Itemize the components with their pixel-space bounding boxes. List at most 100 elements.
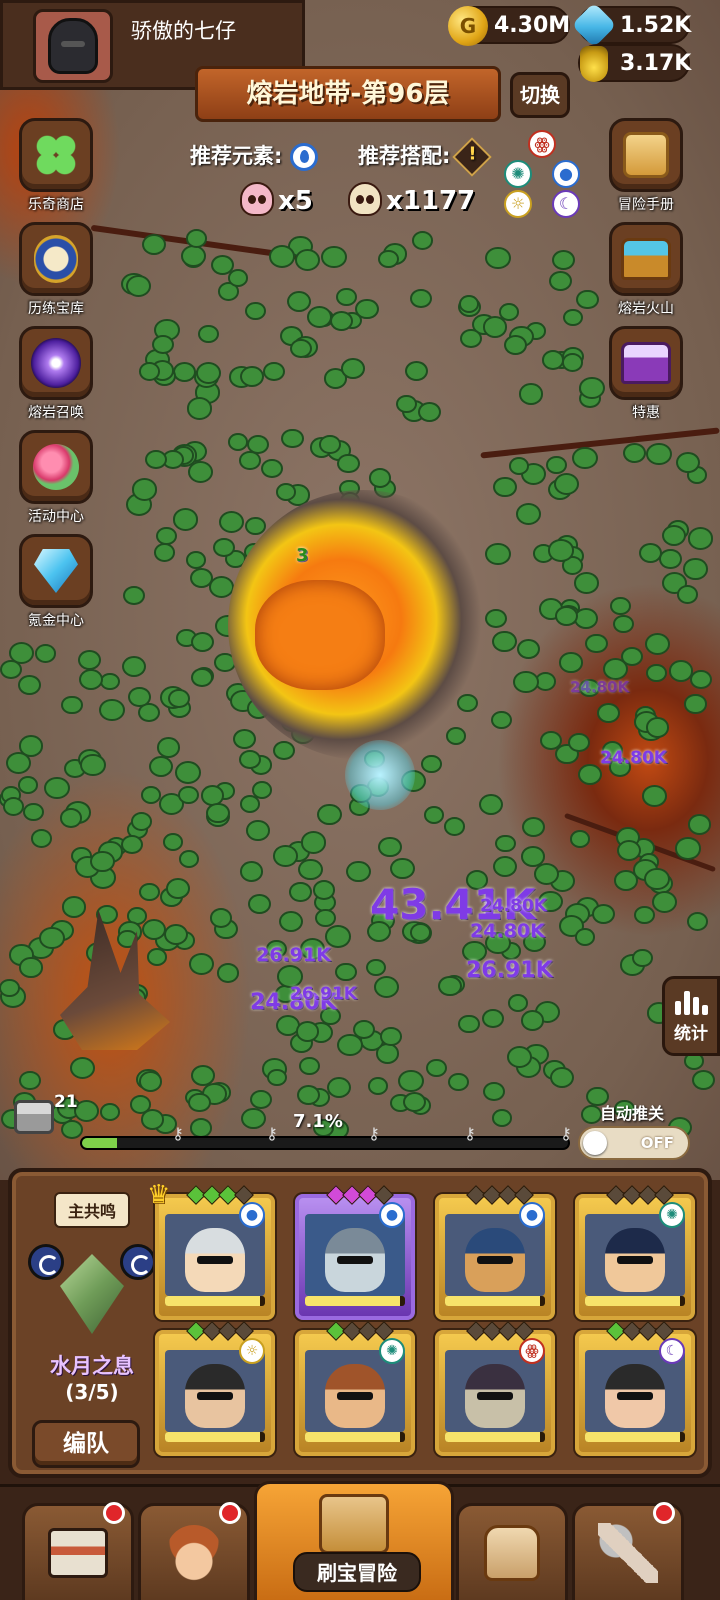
damage-number: 24.80K	[600, 748, 667, 768]
green-beetle-enemy	[317, 911, 334, 926]
resonance-count: (3/5)	[65, 1380, 119, 1404]
menu-payment-center[interactable]: 氪金中心	[14, 534, 98, 630]
nav-heroes[interactable]	[138, 1502, 250, 1600]
purple-chest-icon	[621, 342, 671, 384]
green-beetle-enemy	[297, 250, 319, 269]
nav-bag[interactable]	[456, 1503, 568, 1600]
menu-lava-summon[interactable]: 熔岩召唤	[14, 326, 98, 422]
green-beetle-enemy	[615, 616, 632, 631]
fire-element-icon: ꙮ	[519, 1338, 545, 1364]
menu-adventure-handbook-label: 冒险手册	[618, 197, 674, 213]
stage-progress-fill	[82, 1138, 117, 1148]
hero-card[interactable]: ☼	[155, 1321, 275, 1456]
green-beetle-enemy	[480, 795, 501, 813]
water-element-icon: ●	[239, 1202, 265, 1228]
green-beetle-enemy	[686, 696, 705, 712]
hero-star-rating	[606, 1185, 674, 1205]
green-beetle-enemy	[219, 284, 237, 299]
elite-kill-counter	[240, 182, 274, 216]
light-element-icon: ☼	[239, 1338, 265, 1364]
water-element-icon: ●	[519, 1202, 545, 1228]
potion-counter[interactable]: 3.17K	[578, 44, 691, 82]
green-beetle-enemy	[183, 247, 205, 266]
player-name: 骄傲的七仔	[131, 19, 236, 43]
notification-badge	[219, 1502, 241, 1524]
warning-icon[interactable]: !	[451, 137, 492, 177]
green-beetle-enemy	[212, 256, 233, 274]
green-beetle-enemy	[448, 729, 465, 743]
treasure-map-icon	[319, 1494, 389, 1554]
green-beetle-enemy	[557, 607, 576, 624]
gold-counter[interactable]: G 4.30M	[448, 6, 570, 46]
green-beetle-enemy	[300, 1058, 318, 1074]
treasure-chest-button[interactable]: 21	[8, 1092, 78, 1152]
key-milestone-icon: ⚷	[560, 1124, 572, 1143]
player-avatar[interactable]	[33, 9, 113, 83]
green-beetle-enemy	[229, 435, 247, 450]
resonance-section[interactable]: 主共鸣 水月之息 (3/5)	[28, 1192, 156, 1404]
hero-card[interactable]: ●	[295, 1185, 415, 1320]
hero-card[interactable]: ✺	[575, 1185, 695, 1320]
element-combo-cluster[interactable]: ꙮ ✺ ● ☼ ☾	[500, 130, 584, 220]
green-beetle-enemy	[536, 673, 555, 689]
green-beetle-enemy	[62, 810, 81, 826]
green-beetle-enemy	[207, 804, 228, 822]
hero-card[interactable]: ✺	[295, 1321, 415, 1456]
green-beetle-enemy	[154, 336, 172, 352]
green-beetle-enemy	[564, 355, 582, 370]
nav-forge[interactable]	[572, 1502, 684, 1600]
statistics-button[interactable]: 统计	[662, 976, 720, 1056]
menu-adventure-handbook[interactable]: 冒险手册	[604, 118, 688, 214]
hero-card[interactable]: ☾	[575, 1321, 695, 1456]
gold-coin-icon: G	[448, 6, 488, 46]
green-beetle-enemy	[348, 862, 370, 881]
green-beetle-enemy	[192, 669, 211, 685]
nav-treasure-adventure[interactable]: 刷宝冒险	[254, 1481, 454, 1600]
resonance-label: 主共鸣	[53, 1192, 130, 1228]
green-beetle-enemy	[339, 455, 358, 472]
green-beetle-enemy	[439, 977, 460, 995]
green-beetle-enemy	[192, 633, 212, 650]
hero-health-fill	[165, 1432, 260, 1442]
key-milestone-icon: ⚷	[172, 1124, 184, 1143]
green-beetle-enemy	[648, 444, 670, 463]
green-beetle-enemy	[509, 995, 527, 1010]
green-beetle-enemy	[517, 504, 540, 524]
menu-special-offer[interactable]: 特惠	[604, 326, 688, 422]
hero-card[interactable]: ● ♛	[147, 1180, 275, 1320]
green-beetle-enemy	[8, 754, 29, 773]
hero-health-bar	[445, 1432, 545, 1442]
damage-number: 24.80K	[470, 920, 545, 942]
key-milestone-icon: ⚷	[368, 1124, 380, 1143]
green-beetle-enemy	[375, 977, 398, 996]
green-beetle-enemy	[641, 544, 661, 562]
menu-event-center-label: 活动中心	[28, 509, 84, 525]
green-beetle-enemy	[264, 363, 283, 380]
green-beetle-enemy	[505, 336, 526, 354]
green-beetle-enemy	[404, 1093, 424, 1110]
green-beetle-enemy	[168, 880, 188, 898]
nav-shop[interactable]	[22, 1502, 134, 1600]
green-beetle-enemy	[593, 905, 614, 923]
formation-button[interactable]: 编队	[32, 1420, 140, 1468]
menu-training-vault[interactable]: 历练宝库	[14, 222, 98, 318]
auto-push-toggle[interactable]: OFF	[578, 1126, 690, 1160]
green-beetle-enemy	[141, 885, 158, 900]
auto-push-label: 自动推关	[600, 1104, 665, 1123]
elite-kill-count: x5	[278, 186, 313, 216]
switch-stage-button[interactable]: 切换	[510, 72, 570, 118]
nav-treasure-adventure-label: 刷宝冒险	[293, 1552, 421, 1592]
hero-health-bar	[305, 1432, 405, 1442]
menu-event-center[interactable]: 活动中心	[14, 430, 98, 526]
hero-card[interactable]: ●	[435, 1185, 555, 1320]
green-beetle-enemy	[450, 1075, 467, 1090]
green-beetle-enemy	[670, 662, 692, 680]
gem-counter[interactable]: 1.52K	[571, 2, 691, 48]
menu-lava-volcano[interactable]: 熔岩火山	[604, 222, 688, 318]
menu-lucky-shop[interactable]: 乐奇商店	[14, 118, 98, 214]
hero-card[interactable]: ꙮ	[435, 1321, 555, 1456]
green-beetle-enemy	[647, 634, 669, 653]
green-beetle-enemy	[140, 364, 158, 379]
green-beetle-enemy	[176, 763, 199, 783]
green-beetle-enemy	[370, 469, 390, 486]
